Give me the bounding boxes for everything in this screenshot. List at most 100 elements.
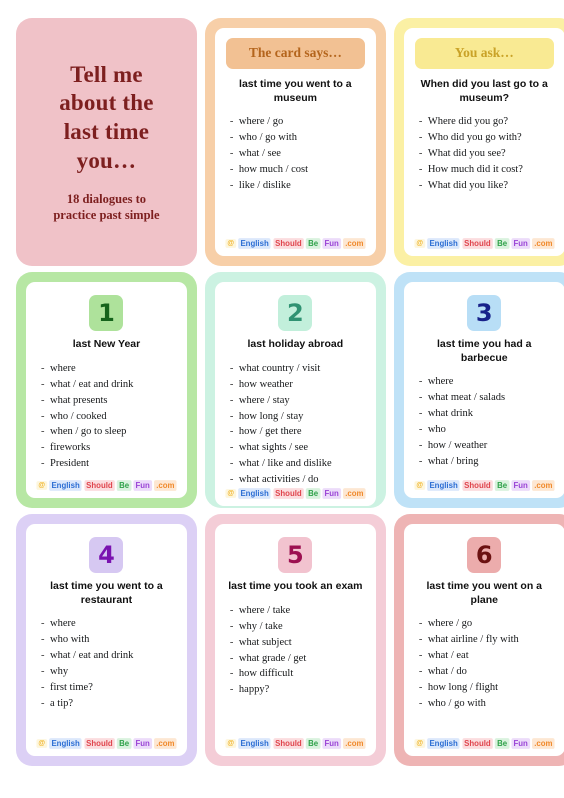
prompt-item: what presents	[41, 393, 178, 409]
prompt-item: how / weather	[419, 438, 556, 454]
prompt-list: wherewhat / eat and drinkwhat presentswh…	[41, 361, 178, 473]
site-logo[interactable]: @ English Should Be Fun .com	[225, 738, 366, 750]
logo-word-be: Be	[117, 738, 132, 749]
logo-word-should: Should	[84, 738, 115, 749]
prompt-item: where	[41, 616, 178, 632]
example-card-1: The card says… last time you went to a mu…	[204, 18, 386, 266]
site-logo[interactable]: @ English Should Be Fun .com	[36, 480, 177, 492]
logo-word-com: .com	[154, 480, 177, 491]
card-panel: 6 last time you went on a plane where / go…	[403, 524, 564, 756]
prompt-item: where	[419, 374, 556, 390]
logo-word-be: Be	[494, 238, 509, 249]
flashcard-5: 5last time you took an examwhere / takew…	[204, 514, 386, 766]
subtitle-line-1: 18 dialogues to	[66, 192, 147, 207]
logo-word-com: .com	[532, 480, 555, 491]
card-panel: The card says… last time you went to a mu…	[214, 28, 376, 256]
prompt-item: what / bring	[419, 454, 556, 470]
card-heading: last time you went on a plane	[426, 580, 543, 606]
card-number-badge: 4	[89, 537, 124, 573]
flashcard-1: 1 last New Year wherewhat / eat and drinkw…	[16, 272, 197, 508]
logo-word-fun: Fun	[322, 488, 341, 500]
prompt-item: who with	[41, 632, 178, 648]
flashcard-sheet: Tell me about the last time you… 18 dial…	[0, 0, 564, 798]
title-line-4: you…	[76, 147, 137, 173]
card-pill-header: You ask…	[414, 38, 554, 69]
prompt-list: what country / visithow weatherwhere / s…	[230, 361, 367, 489]
logo-word-fun: Fun	[511, 738, 530, 749]
prompt-list: where / gowhat airline / fly withwhat / …	[419, 616, 556, 712]
prompt-item: who / go with	[419, 696, 556, 712]
prompt-item: happy?	[230, 682, 367, 698]
at-icon: @	[414, 739, 425, 748]
at-icon: @	[225, 739, 236, 748]
card-panel: 4 last time you went to a restaurant where…	[26, 524, 187, 756]
prompt-list: wherewhat meat / saladswhat drinkwhohow …	[419, 374, 556, 470]
flashcard-3: 3 last time you had a barbecue wherewhat m…	[393, 272, 564, 508]
logo-word-fun: Fun	[511, 238, 530, 249]
site-logo[interactable]: @ English Should Be Fun .com	[225, 488, 366, 500]
flashcard-6: 6 last time you went on a plane where / go…	[393, 514, 564, 766]
prompt-item: what airline / fly with	[419, 632, 556, 648]
prompt-item: when / go to sleep	[41, 424, 178, 440]
prompt-item: what / eat	[419, 648, 556, 664]
site-logo[interactable]: @ English Should Be Fun .com	[36, 738, 177, 750]
card-heading: last New Year	[72, 338, 141, 350]
prompt-item: what drink	[419, 406, 556, 422]
title-line-2: about the	[59, 90, 154, 116]
site-logo[interactable]: @ English Should Be Fun .com	[414, 238, 555, 250]
logo-word-english: English	[427, 738, 460, 749]
logo-word-com: .com	[154, 738, 177, 749]
logo-word-com: .com	[532, 738, 555, 749]
card-number-badge: 2	[278, 295, 313, 331]
prompt-item: What did you see?	[419, 146, 556, 162]
at-icon: @	[414, 481, 425, 490]
logo-word-fun: Fun	[322, 738, 341, 749]
prompt-item: like / dislike	[230, 178, 367, 194]
prompt-item: why / take	[230, 619, 367, 635]
title-card: Tell me about the last time you… 18 dial…	[16, 18, 197, 266]
logo-word-english: English	[427, 480, 460, 491]
prompt-item: first time?	[41, 680, 178, 696]
logo-word-english: English	[238, 488, 271, 500]
prompt-item: where / go	[419, 616, 556, 632]
flashcard-2: 2 last holiday abroad what country / visit…	[204, 272, 386, 508]
prompt-item: who	[419, 422, 556, 438]
logo-word-should: Should	[461, 480, 493, 491]
logo-word-should: Should	[84, 480, 115, 491]
site-logo[interactable]: @ English Should Be Fun .com	[414, 480, 555, 492]
card-heading: last holiday abroad	[247, 338, 344, 350]
prompt-item: President	[41, 456, 178, 472]
prompt-item: how weather	[230, 377, 367, 393]
card-heading: last time you went to a museum	[239, 78, 352, 104]
prompt-item: where / stay	[230, 393, 367, 409]
card-number-badge: 1	[89, 295, 124, 331]
prompt-item: what / like and dislike	[230, 456, 367, 472]
prompt-item: what meat / salads	[419, 390, 556, 406]
prompt-item: how much / cost	[230, 162, 367, 178]
card-panel: 1 last New Year wherewhat / eat and drinkw…	[26, 282, 187, 498]
flashcard-4: 4 last time you went to a restaurant where…	[16, 514, 197, 766]
card-number-badge: 3	[467, 295, 502, 331]
example-card-2: You ask… When did you last go to a museum…	[393, 18, 564, 266]
logo-word-be: Be	[306, 488, 320, 500]
at-icon: @	[225, 239, 236, 248]
prompt-list: where / gowho / go withwhat / seehow muc…	[230, 114, 367, 194]
logo-word-com: .com	[343, 738, 366, 749]
logo-word-com: .com	[343, 488, 366, 500]
logo-word-should: Should	[461, 238, 493, 249]
title-heading: Tell me about the last time you…	[59, 61, 153, 175]
prompt-item: how / get there	[230, 424, 367, 440]
prompt-item: why	[41, 664, 178, 680]
card-pill-header: The card says…	[225, 38, 365, 69]
site-logo[interactable]: @ English Should Be Fun .com	[414, 738, 555, 750]
card-heading: When did you last go to a museum?	[420, 78, 548, 104]
prompt-item: who / go with	[230, 130, 367, 146]
prompt-item: who / cooked	[41, 409, 178, 425]
subtitle-line-2: practice past simple	[53, 208, 160, 223]
site-logo[interactable]: @ English Should Be Fun .com	[225, 238, 366, 250]
logo-word-com: .com	[343, 238, 366, 249]
logo-word-fun: Fun	[133, 480, 152, 491]
prompt-item: Who did you go with?	[419, 130, 556, 146]
card-panel: 5last time you took an examwhere / takew…	[214, 524, 376, 756]
prompt-item: what subject	[230, 635, 367, 651]
